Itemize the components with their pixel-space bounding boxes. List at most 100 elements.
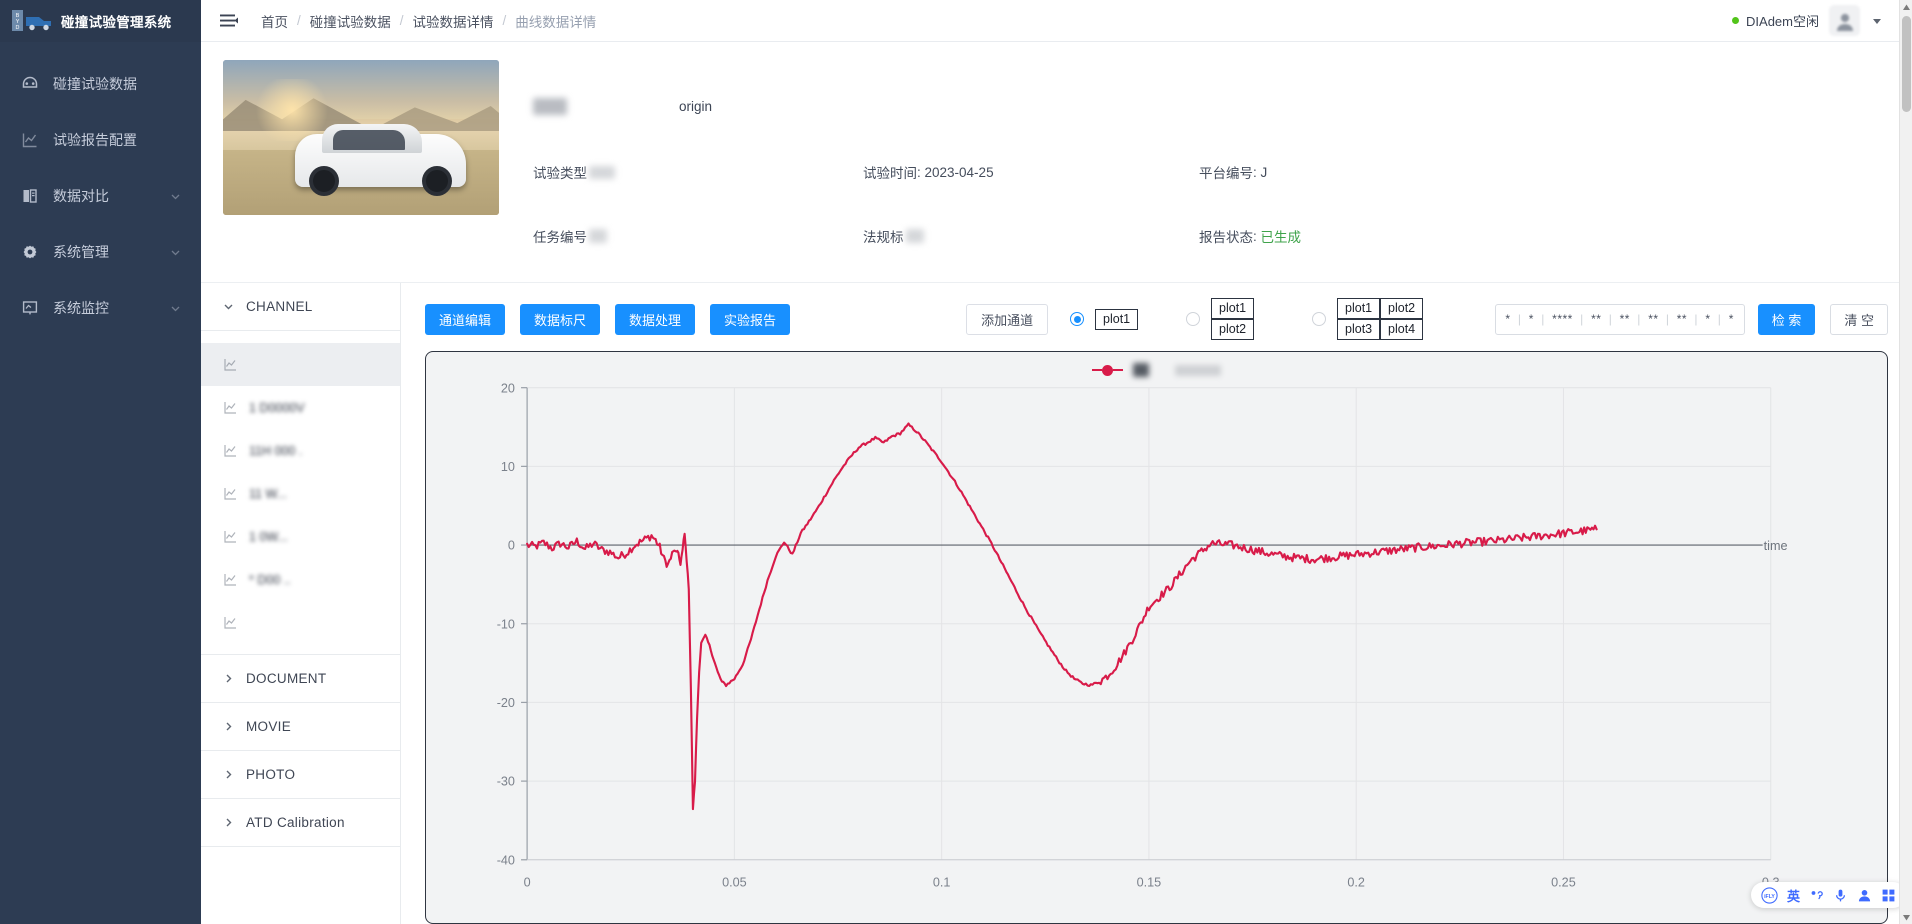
plot-cell: plot1 bbox=[1211, 298, 1255, 319]
page-scrollbar[interactable] bbox=[1899, 0, 1912, 924]
sidebar-item-report-config[interactable]: 试验报告配置 bbox=[0, 112, 201, 168]
breadcrumb-item-crash-data[interactable]: 碰撞试验数据 bbox=[310, 11, 391, 31]
microphone-icon[interactable] bbox=[1833, 888, 1848, 903]
y-axis-tick-label: 0 bbox=[508, 539, 515, 553]
chart-container: 20100-10-20-30-4000.050.10.150.20.250.3t… bbox=[425, 351, 1888, 924]
scroll-up-icon[interactable] bbox=[1900, 0, 1912, 14]
x-axis-tick-label: 0 bbox=[524, 875, 531, 889]
experiment-report-button[interactable]: 实验报告 bbox=[710, 303, 791, 335]
layout-option-two-stacked[interactable]: plot1 plot2 bbox=[1186, 298, 1255, 340]
add-channel-button[interactable]: 添加通道 bbox=[966, 303, 1049, 335]
search-token: * bbox=[1528, 312, 1534, 326]
scrollbar-thumb[interactable] bbox=[1902, 16, 1911, 112]
channel-edit-button[interactable]: 通道编辑 bbox=[425, 303, 506, 335]
tree-section-movie[interactable]: MOVIE bbox=[201, 703, 400, 751]
x-axis-label: time bbox=[1764, 539, 1788, 553]
ime-language-toggle[interactable]: 英 bbox=[1787, 886, 1800, 905]
data-ruler-button[interactable]: 数据标尺 bbox=[520, 303, 601, 335]
list-item-label: * D00 .. bbox=[249, 572, 291, 587]
list-item-label: 11H 000 . bbox=[249, 443, 303, 458]
sidebar-item-label: 系统监控 bbox=[53, 300, 109, 316]
field-label: 任务编号 bbox=[533, 230, 587, 245]
layout-preview-four: plot1 plot2 plot3 plot4 bbox=[1337, 298, 1424, 340]
y-axis-tick-label: -10 bbox=[497, 617, 515, 631]
layout-preview-single: plot1 bbox=[1095, 308, 1139, 330]
chart-toolbar: 通道编辑 数据标尺 数据处理 实验报告 添加通道 plot1 plot1 plo… bbox=[425, 297, 1888, 341]
chart-panel: 通道编辑 数据标尺 数据处理 实验报告 添加通道 plot1 plot1 plo… bbox=[401, 283, 1912, 924]
plot-cell: plot2 bbox=[1211, 319, 1255, 340]
y-axis-tick-label: -30 bbox=[497, 775, 515, 789]
chart-line-icon bbox=[223, 357, 238, 372]
info-row-title: origin bbox=[533, 72, 1912, 140]
chart-line-icon bbox=[223, 572, 238, 587]
sidebar-item-system-management[interactable]: 系统管理 bbox=[0, 224, 201, 280]
tree-section-channel[interactable]: CHANNEL bbox=[201, 283, 400, 331]
main-region: 首页 / 碰撞试验数据 / 试验数据详情 / 曲线数据详情 DIAdem空闲 o… bbox=[201, 0, 1912, 924]
clear-button[interactable]: 清 空 bbox=[1830, 303, 1888, 335]
search-token: ** bbox=[1619, 312, 1630, 326]
field-label: 试验时间 bbox=[863, 166, 917, 181]
ifly-logo-icon[interactable]: iFLY bbox=[1761, 886, 1778, 904]
plot-layout-selector: 添加通道 plot1 plot1 plot2 plot1 plot2 plot3… bbox=[966, 298, 1424, 340]
chart-line-icon bbox=[223, 443, 238, 458]
list-item[interactable]: 1 0W... bbox=[201, 515, 400, 558]
curve-plot[interactable]: 20100-10-20-30-4000.050.10.150.20.250.3t… bbox=[426, 352, 1887, 923]
sidebar-item-data-compare[interactable]: 数据对比 bbox=[0, 168, 201, 224]
radio-icon[interactable] bbox=[1070, 312, 1085, 326]
tree-section-photo[interactable]: PHOTO bbox=[201, 751, 400, 799]
redacted-test-name bbox=[533, 97, 567, 115]
compare-book-icon bbox=[20, 187, 39, 206]
search-token: * bbox=[1505, 312, 1511, 326]
tree-section-atd-calibration[interactable]: ATD Calibration bbox=[201, 799, 400, 847]
data-process-button[interactable]: 数据处理 bbox=[615, 303, 696, 335]
apps-grid-icon[interactable] bbox=[1881, 888, 1896, 903]
svg-text:iFLY: iFLY bbox=[1764, 894, 1775, 900]
tree-section-label: DOCUMENT bbox=[246, 671, 327, 686]
sidebar-item-system-monitor[interactable]: 系统监控 bbox=[0, 280, 201, 336]
breadcrumb-separator: / bbox=[297, 13, 301, 28]
chart-line-icon bbox=[223, 486, 238, 501]
series-line-1 bbox=[526, 422, 1598, 811]
list-item[interactable]: 11 W... bbox=[201, 472, 400, 515]
list-item[interactable]: 1 D0000V bbox=[201, 386, 400, 429]
field-label: 平台编号 bbox=[1199, 166, 1253, 181]
info-row-2: 任务编号 法规标 报告状态: 已生成 bbox=[533, 204, 1912, 268]
x-axis-tick-label: 0.2 bbox=[1347, 875, 1365, 889]
radio-icon[interactable] bbox=[1312, 312, 1327, 326]
person-icon[interactable] bbox=[1857, 888, 1872, 903]
breadcrumb-item-home[interactable]: 首页 bbox=[261, 11, 288, 31]
chevron-down-icon[interactable] bbox=[1870, 14, 1884, 28]
list-item[interactable]: * D00 .. bbox=[201, 558, 400, 601]
ime-toolbar: iFLY 英 bbox=[1750, 882, 1906, 908]
tree-section-document[interactable]: DOCUMENT bbox=[201, 655, 400, 703]
svg-text:D: D bbox=[16, 25, 20, 31]
field-task-no: 任务编号 bbox=[533, 226, 863, 246]
monitor-icon bbox=[20, 299, 39, 318]
search-token: ** bbox=[1648, 312, 1659, 326]
list-item[interactable] bbox=[201, 343, 400, 386]
search-input[interactable]: * | * | **** | ** | ** | ** | ** | * | * bbox=[1494, 303, 1745, 335]
hamburger-icon[interactable] bbox=[217, 10, 239, 32]
field-label: 报告状态 bbox=[1199, 230, 1253, 245]
chevron-right-icon bbox=[220, 816, 236, 829]
crash-data-icon bbox=[20, 75, 39, 94]
sidebar-item-crash-data[interactable]: 碰撞试验数据 bbox=[0, 56, 201, 112]
layout-option-single[interactable]: plot1 bbox=[1070, 308, 1139, 330]
test-name-value: origin bbox=[533, 97, 863, 115]
avatar[interactable] bbox=[1829, 5, 1860, 36]
list-item[interactable] bbox=[201, 601, 400, 644]
radio-icon[interactable] bbox=[1186, 312, 1201, 326]
sidebar-item-label: 碰撞试验数据 bbox=[53, 76, 137, 92]
diadem-status-label: DIAdem空闲 bbox=[1746, 14, 1819, 29]
scroll-down-icon[interactable] bbox=[1900, 910, 1912, 924]
field-report-status: 报告状态: 已生成 bbox=[1199, 226, 1912, 246]
sidebar-item-label: 数据对比 bbox=[53, 188, 109, 204]
truck-logo-icon: B Y D bbox=[12, 8, 54, 34]
layout-option-four-grid[interactable]: plot1 plot2 plot3 plot4 bbox=[1312, 298, 1424, 340]
search-button[interactable]: 检 索 bbox=[1757, 303, 1816, 335]
list-item[interactable]: 11H 000 . bbox=[201, 429, 400, 472]
breadcrumb-item-test-detail[interactable]: 试验数据详情 bbox=[413, 11, 494, 31]
punctuation-icon[interactable] bbox=[1809, 888, 1824, 903]
redacted-value bbox=[589, 229, 607, 243]
resource-tree: CHANNEL 1 D0000V 11H 000 . 11 W... 1 0W.… bbox=[201, 283, 401, 924]
